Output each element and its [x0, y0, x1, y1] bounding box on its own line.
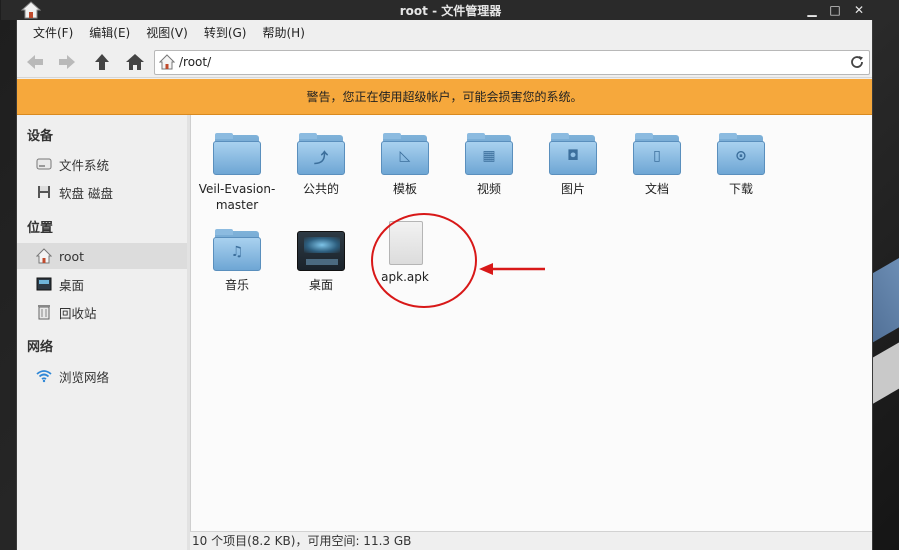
- floppy-icon: [35, 184, 53, 200]
- sidebar-item-filesystem[interactable]: 文件系统: [17, 151, 187, 177]
- home-icon: [126, 54, 144, 70]
- folder-downloads-icon: ⊙: [717, 133, 765, 177]
- desktop-icon: [35, 276, 53, 292]
- file-item-videos[interactable]: ▦ 视频: [447, 133, 531, 197]
- back-button[interactable]: [23, 50, 47, 74]
- file-item-pictures[interactable]: ◘ 图片: [531, 133, 615, 197]
- sidebar-item-label: root: [59, 248, 85, 264]
- file-item-desktop[interactable]: 桌面: [279, 229, 363, 293]
- arrow-up-icon: [95, 54, 109, 70]
- file-label: Veil-Evasion-master: [198, 182, 276, 212]
- sidebar: 设备 文件系统 软盘 磁盘 位置 root 桌面 回收站 网络 浏览网络: [17, 115, 187, 550]
- window-title: root - 文件管理器: [399, 4, 502, 18]
- sidebar-item-root[interactable]: root: [17, 243, 187, 269]
- file-icon: [381, 221, 429, 265]
- menu-view[interactable]: 视图(V): [138, 20, 196, 46]
- file-item-apk[interactable]: apk.apk: [363, 221, 447, 285]
- trash-icon: [35, 304, 53, 320]
- toolbar: /root/: [17, 46, 872, 78]
- drive-icon: [35, 156, 53, 172]
- sidebar-item-trash[interactable]: 回收站: [17, 299, 187, 325]
- sidebar-item-label: 软盘 磁盘: [59, 185, 113, 201]
- file-item-documents[interactable]: ▯ 文档: [615, 133, 699, 197]
- sidebar-item-label: 桌面: [59, 277, 85, 293]
- sidebar-heading-devices: 设备: [27, 129, 54, 144]
- file-label: 桌面: [308, 278, 333, 292]
- menu-edit[interactable]: 编辑(E): [81, 20, 138, 46]
- sidebar-item-label: 文件系统: [59, 157, 110, 173]
- menu-help[interactable]: 帮助(H): [254, 20, 312, 46]
- sidebar-item-label: 浏览网络: [59, 369, 110, 385]
- file-item-music[interactable]: ♫ 音乐: [195, 229, 279, 293]
- file-manager-window: root - 文件管理器 ▁ □ ✕ 文件(F) 编辑(E) 视图(V) 转到(…: [1, 0, 899, 550]
- folder-documents-icon: ▯: [633, 133, 681, 177]
- forward-button[interactable]: [55, 50, 79, 74]
- root-warning-bar: 警告，您正在使用超级帐户，可能会损害您的系统。: [17, 79, 872, 115]
- file-label: 图片: [560, 182, 585, 196]
- folder-pictures-icon: ◘: [549, 133, 597, 177]
- home-icon: [35, 248, 53, 264]
- close-icon[interactable]: ✕: [850, 1, 868, 19]
- file-item-templates[interactable]: ◺ 模板: [363, 133, 447, 197]
- sidebar-item-label: 回收站: [59, 305, 97, 321]
- file-label: 音乐: [224, 278, 249, 292]
- arrow-left-icon: [27, 55, 43, 69]
- location-path[interactable]: /root/: [179, 55, 211, 69]
- file-label: 公共的: [302, 182, 339, 196]
- sidebar-heading-network: 网络: [27, 340, 54, 355]
- maximize-icon[interactable]: □: [826, 1, 844, 19]
- menu-file[interactable]: 文件(F): [25, 20, 81, 46]
- wifi-icon: [35, 368, 53, 384]
- arrow-right-icon: [59, 55, 75, 69]
- file-item-public[interactable]: ⤴ 公共的: [279, 133, 363, 197]
- sidebar-item-browse-network[interactable]: 浏览网络: [17, 363, 187, 389]
- reload-icon[interactable]: [849, 54, 865, 70]
- sidebar-item-floppy[interactable]: 软盘 磁盘: [17, 179, 187, 205]
- desktop-folder-icon: [297, 229, 345, 273]
- folder-music-icon: ♫: [213, 229, 261, 273]
- file-label: 视频: [476, 182, 501, 196]
- file-label: apk.apk: [381, 270, 429, 284]
- file-item-downloads[interactable]: ⊙ 下载: [699, 133, 783, 197]
- sidebar-heading-places: 位置: [27, 221, 54, 236]
- file-item-veil-evasion[interactable]: Veil-Evasion-master: [195, 133, 279, 213]
- up-button[interactable]: [90, 50, 114, 74]
- sidebar-item-desktop[interactable]: 桌面: [17, 271, 187, 297]
- menu-bar: 文件(F) 编辑(E) 视图(V) 转到(G) 帮助(H): [17, 20, 872, 46]
- folder-templates-icon: ◺: [381, 133, 429, 177]
- home-icon: [158, 54, 176, 70]
- minimize-icon[interactable]: ▁: [803, 1, 821, 19]
- folder-videos-icon: ▦: [465, 133, 513, 177]
- folder-icon: [213, 133, 261, 177]
- folder-share-icon: ⤴: [297, 133, 345, 177]
- menu-go[interactable]: 转到(G): [196, 20, 255, 46]
- annotation-arrow-icon: [479, 263, 545, 275]
- file-label: 文档: [644, 182, 669, 196]
- file-label: 模板: [392, 182, 417, 196]
- status-bar: 10 个项目(8.2 KB)，可用空间: 11.3 GB: [190, 531, 872, 550]
- file-label: 下载: [728, 182, 753, 196]
- title-bar[interactable]: root - 文件管理器 ▁ □ ✕: [1, 0, 899, 20]
- home-button[interactable]: [123, 50, 147, 74]
- location-bar[interactable]: /root/: [154, 50, 870, 75]
- file-view[interactable]: Veil-Evasion-master ⤴ 公共的 ◺ 模板 ▦ 视频 ◘ 图片…: [190, 115, 872, 531]
